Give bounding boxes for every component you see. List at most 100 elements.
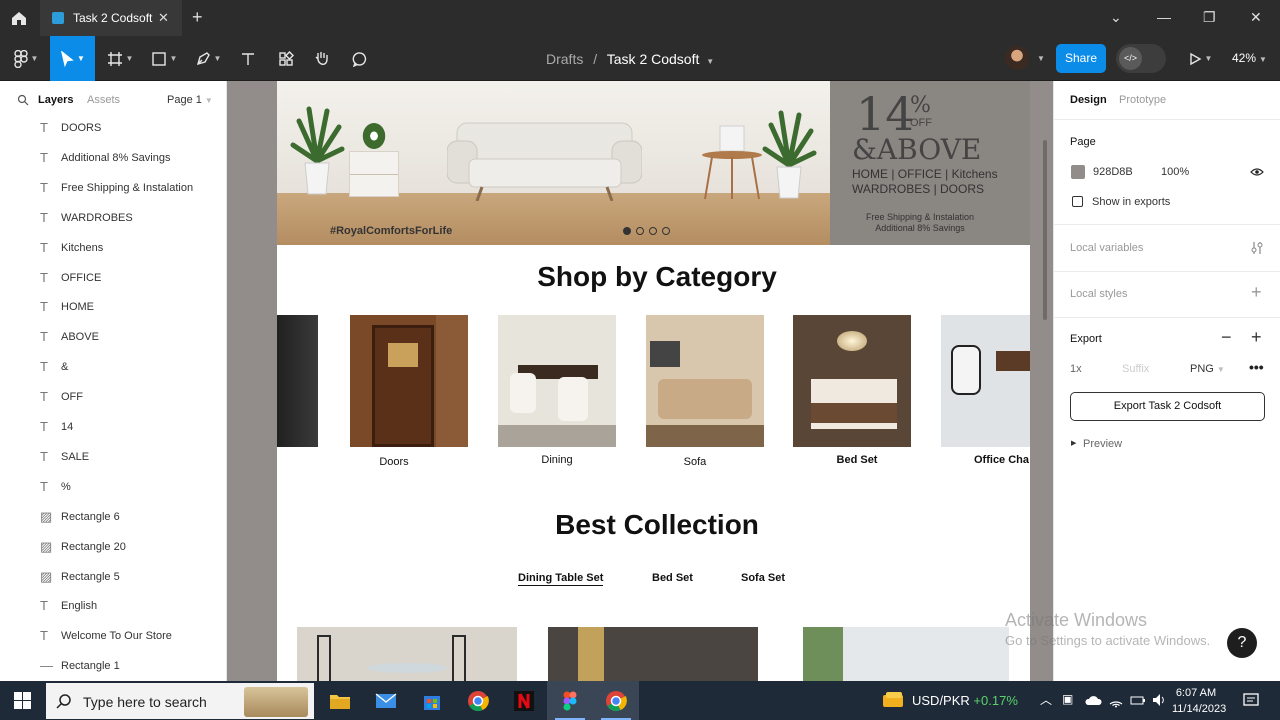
avatar[interactable] — [1005, 46, 1029, 70]
taskbar-clock[interactable]: 6:07 AM 11/14/2023 — [1172, 685, 1226, 717]
file-name[interactable]: Task 2 Codsoft — [607, 51, 700, 67]
tab-layers[interactable]: Layers — [38, 94, 73, 106]
layer-item[interactable]: T HOME — [0, 292, 226, 322]
category-image-bed-set[interactable] — [793, 315, 911, 447]
page-color-swatch[interactable] — [1071, 165, 1085, 179]
tab-design[interactable]: Design — [1070, 94, 1107, 106]
tab-dining-table-set[interactable]: Dining Table Set — [518, 572, 604, 586]
shape-tool-button[interactable]: ▼ — [144, 36, 184, 81]
chevron-up-icon[interactable]: ︿ — [1040, 691, 1052, 708]
category-image-dining[interactable] — [498, 315, 616, 447]
page-opacity-value[interactable]: 100% — [1161, 166, 1189, 178]
add-export-icon[interactable]: + — [1251, 327, 1262, 348]
category-image-partial[interactable] — [277, 315, 318, 447]
restore-icon[interactable]: ❐ — [1203, 9, 1216, 26]
zoom-menu[interactable]: 42% ▼ — [1232, 51, 1267, 65]
tab-assets[interactable]: Assets — [87, 94, 120, 106]
carousel-dot[interactable] — [662, 227, 670, 235]
layer-item[interactable]: T Kitchens — [0, 233, 226, 263]
layer-item[interactable]: T Free Shipping & Instalation — [0, 173, 226, 203]
taskbar-store[interactable] — [409, 681, 455, 720]
carousel-dot[interactable] — [649, 227, 657, 235]
chevron-down-icon[interactable]: ▼ — [1037, 54, 1045, 63]
close-tab-icon[interactable]: ✕ — [158, 10, 169, 26]
windows-start-icon[interactable] — [14, 692, 31, 709]
meet-now-icon[interactable]: ▣ — [1062, 692, 1073, 706]
export-scale[interactable]: 1x — [1070, 363, 1082, 375]
currency-ticker[interactable]: USD/PKR +0.17% — [912, 693, 1018, 708]
volume-icon[interactable] — [1151, 692, 1167, 708]
show-in-exports-checkbox[interactable] — [1072, 196, 1083, 207]
taskbar-chrome[interactable] — [455, 681, 501, 720]
search-icon[interactable] — [17, 94, 29, 106]
frame-tool-button[interactable]: ▼ — [100, 36, 140, 81]
help-button[interactable]: ? — [1227, 628, 1257, 658]
close-window-icon[interactable]: ✕ — [1250, 9, 1262, 26]
more-options-icon[interactable]: ••• — [1249, 359, 1264, 375]
home-icon[interactable] — [10, 9, 28, 27]
canvas-scrollbar[interactable] — [1043, 140, 1047, 320]
chevron-down-icon[interactable]: ▼ — [706, 57, 714, 66]
hero-banner[interactable]: #RoyalComfortsForLife 14 % OFF &ABOVE HO… — [277, 81, 1030, 245]
collection-image[interactable] — [548, 627, 758, 681]
share-button[interactable]: Share — [1056, 44, 1106, 73]
layer-item[interactable]: T% — [0, 472, 226, 502]
move-tool-button[interactable]: ▼ — [50, 36, 95, 81]
tab-bed-set[interactable]: Bed Set — [652, 572, 693, 584]
hand-tool-button[interactable] — [308, 36, 336, 81]
layer-item[interactable]: T OFF — [0, 382, 226, 412]
onedrive-icon[interactable] — [1084, 694, 1102, 706]
main-menu-button[interactable]: ▼ — [6, 36, 46, 81]
wifi-icon[interactable] — [1108, 692, 1124, 708]
variables-icon[interactable] — [1250, 241, 1264, 255]
resources-button[interactable] — [272, 36, 300, 81]
collection-image[interactable] — [803, 627, 1009, 681]
layer-item[interactable]: T 14 — [0, 412, 226, 442]
local-styles-label[interactable]: Local styles — [1070, 288, 1127, 300]
chevron-right-icon[interactable]: ▶ — [1071, 439, 1076, 447]
category-image-office-chair[interactable] — [941, 315, 1030, 447]
layer-item[interactable]: T & — [0, 352, 226, 382]
taskbar-search-box[interactable]: Type here to search — [46, 683, 314, 719]
taskbar-chrome-2[interactable] — [593, 681, 639, 720]
category-image-doors[interactable] — [350, 315, 468, 447]
text-tool-button[interactable] — [234, 36, 262, 81]
carousel-dot[interactable] — [636, 227, 644, 235]
preview-toggle[interactable]: Preview — [1083, 438, 1122, 450]
new-tab-icon[interactable]: + — [192, 7, 203, 28]
website-frame[interactable]: #RoyalComfortsForLife 14 % OFF &ABOVE HO… — [277, 81, 1030, 681]
layer-item[interactable]: T English — [0, 591, 226, 621]
notifications-icon[interactable] — [1242, 692, 1260, 710]
export-button[interactable]: Export Task 2 Codsoft — [1070, 392, 1265, 421]
taskbar-file-explorer[interactable] — [317, 681, 363, 720]
pen-tool-button[interactable]: ▼ — [188, 36, 228, 81]
tab-prototype[interactable]: Prototype — [1119, 94, 1166, 106]
page-color-value[interactable]: 928D8B — [1093, 166, 1133, 178]
chevron-down-icon[interactable]: ⌄ — [1110, 9, 1122, 26]
present-button[interactable]: ▼ — [1182, 36, 1218, 81]
layer-item[interactable]: ▨ Rectangle 6 — [0, 502, 226, 532]
layer-item[interactable]: T OFFICE — [0, 263, 226, 293]
taskbar-mail[interactable] — [363, 681, 409, 720]
eye-icon[interactable] — [1250, 167, 1264, 177]
export-suffix-input[interactable]: Suffix — [1122, 363, 1149, 375]
export-format-select[interactable]: PNG ▼ — [1190, 363, 1225, 375]
local-variables-label[interactable]: Local variables — [1070, 242, 1143, 254]
tab-sofa-set[interactable]: Sofa Set — [741, 572, 785, 584]
page-selector[interactable]: Page 1 ▼ — [167, 94, 213, 106]
breadcrumb-drafts[interactable]: Drafts — [546, 51, 583, 67]
layer-item[interactable]: — Rectangle 1 — [0, 651, 226, 681]
minimize-icon[interactable]: — — [1157, 9, 1171, 25]
collection-image[interactable] — [297, 627, 517, 681]
layer-item[interactable]: T Additional 8% Savings — [0, 143, 226, 173]
file-tab[interactable]: Task 2 Codsoft ✕ — [40, 0, 182, 36]
layer-item[interactable]: T Welcome To Our Store — [0, 621, 226, 651]
layer-item[interactable]: ▨ Rectangle 5 — [0, 562, 226, 592]
taskbar-netflix[interactable] — [501, 681, 547, 720]
layer-item[interactable]: T SALE — [0, 442, 226, 472]
carousel-dot[interactable] — [623, 227, 631, 235]
battery-icon[interactable] — [1130, 692, 1146, 708]
layer-item[interactable]: T DOORS — [0, 113, 226, 143]
taskbar-figma[interactable] — [547, 681, 593, 720]
category-image-sofa[interactable] — [646, 315, 764, 447]
